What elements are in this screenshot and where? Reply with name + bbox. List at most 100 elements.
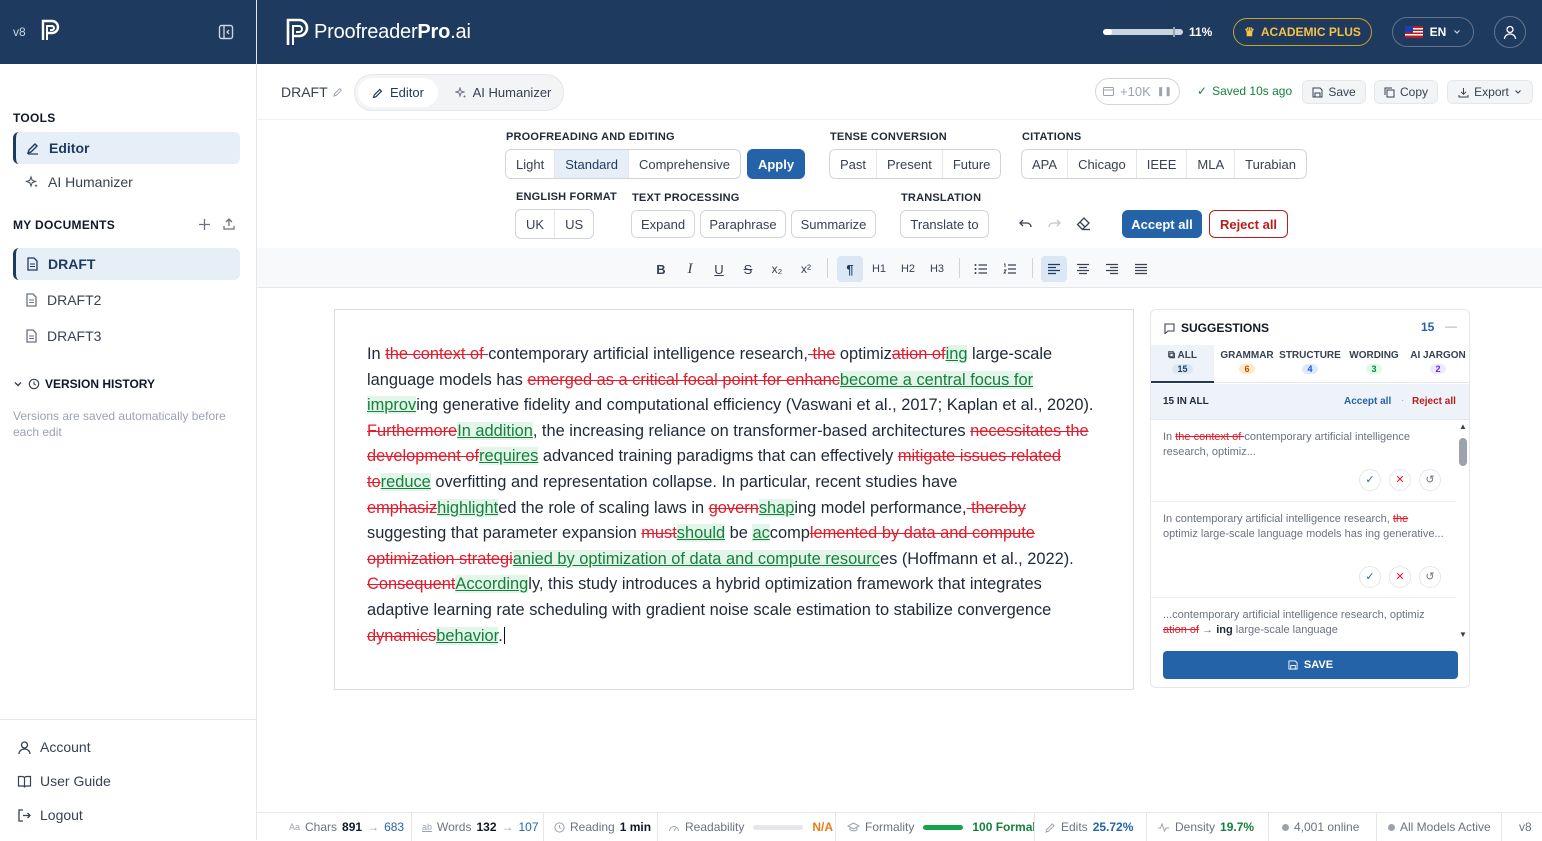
token-balance[interactable]: +10K ❚❚ [1095,78,1180,105]
tab-editor[interactable]: Editor [358,78,438,107]
heading3-button[interactable]: H3 [924,256,950,282]
document-item-draft2[interactable]: DRAFT2 [13,284,240,316]
deletion-mark[interactable]: ation of [892,345,946,363]
tab-all[interactable]: ⧉ ALL 15 [1155,350,1210,375]
heading2-button[interactable]: H2 [895,256,921,282]
suggestion-card[interactable]: In contemporary artificial intelligence … [1151,512,1456,598]
reject-all-link[interactable]: Reject all [1412,396,1456,407]
brand-logo[interactable]: ProofreaderPro.ai [285,17,471,47]
accept-all-button[interactable]: Accept all [1122,210,1202,238]
accept-suggestion-button[interactable]: ✓ [1359,469,1381,491]
citation-chicago[interactable]: Chicago [1068,150,1137,178]
tab-structure[interactable]: STRUCTURE 4 [1279,350,1341,375]
insertion-mark[interactable]: highlight [437,498,499,517]
insertion-mark[interactable]: shap [758,498,795,517]
insertion-mark[interactable]: anied by optimization of data and comput… [512,549,880,568]
align-right-button[interactable] [1099,256,1125,282]
numbered-list-button[interactable] [997,256,1023,282]
user-guide-link[interactable]: User Guide [17,773,111,789]
insertion-mark[interactable]: In addition [457,421,533,440]
deletion-mark[interactable]: emerged as a critical focal point for en… [527,371,840,389]
save-button[interactable]: Save [1302,80,1366,104]
scroll-down-icon[interactable]: ▼ [1459,630,1467,639]
document-item-draft[interactable]: DRAFT [13,248,240,280]
citation-apa[interactable]: APA [1022,150,1069,178]
insertion-mark[interactable]: should [676,524,726,543]
subscript-button[interactable]: x₂ [764,256,790,282]
accept-suggestion-button[interactable]: ✓ [1359,566,1381,588]
suggestion-card[interactable]: ...contemporary artificial intelligence … [1151,608,1456,642]
add-document-icon[interactable] [198,218,211,236]
deletion-mark[interactable]: the [808,345,836,363]
level-light[interactable]: Light [506,150,556,178]
bold-button[interactable]: B [648,256,674,282]
deletion-mark[interactable]: must [641,524,677,542]
editor-content[interactable]: In the context of contemporary artificia… [367,342,1107,649]
reject-suggestion-button[interactable]: ✕ [1389,566,1411,588]
apply-button[interactable]: Apply [747,149,805,179]
deletion-mark[interactable]: the context of [385,345,488,363]
summarize-button[interactable]: Summarize [791,210,876,238]
suggestion-card[interactable]: In the context of contemporary artificia… [1151,430,1456,502]
insertion-mark[interactable]: requires [479,447,539,466]
logo-icon[interactable] [40,18,62,47]
align-left-button[interactable] [1041,256,1067,282]
deletion-mark[interactable]: govern [709,499,759,517]
collapse-sidebar-icon[interactable] [218,24,234,45]
translate-to-select[interactable]: Translate to [900,210,989,238]
editor-panel[interactable]: In the context of contemporary artificia… [334,309,1134,690]
suggestions-scrollbar[interactable]: ▲ ▼ [1458,422,1468,644]
sidebar-item-ai-humanizer[interactable]: AI Humanizer [13,166,240,198]
eraser-icon[interactable] [1076,216,1092,236]
tab-ai-humanizer[interactable]: AI Humanizer [447,78,559,107]
tense-future[interactable]: Future [943,150,1001,178]
deletion-mark[interactable]: dynamics [367,627,436,645]
superscript-button[interactable]: x² [793,256,819,282]
document-name[interactable]: DRAFT [281,84,343,100]
insertion-mark[interactable]: ac [752,524,770,543]
accept-all-link[interactable]: Accept all [1344,396,1391,407]
reject-all-button[interactable]: Reject all [1209,210,1288,238]
scroll-up-icon[interactable]: ▲ [1459,422,1467,431]
strikethrough-button[interactable]: S [735,256,761,282]
tense-present[interactable]: Present [877,150,943,178]
citation-turabian[interactable]: Turabian [1235,150,1306,178]
insertion-mark[interactable]: ing [945,345,968,363]
tab-grammar[interactable]: GRAMMAR 6 [1217,350,1277,375]
bullet-list-button[interactable] [968,256,994,282]
citation-mla[interactable]: MLA [1187,150,1236,178]
profile-button[interactable] [1494,16,1526,48]
version-history-toggle[interactable]: VERSION HISTORY [13,377,155,391]
deletion-mark[interactable]: emphasiz [367,499,437,517]
language-select[interactable]: EN [1392,17,1474,47]
deletion-mark[interactable]: Consequent [367,575,455,593]
undo-suggestion-button[interactable]: ↺ [1419,566,1441,588]
align-center-button[interactable] [1070,256,1096,282]
undo-suggestion-button[interactable]: ↺ [1419,469,1441,491]
logout-link[interactable]: Logout [17,807,83,823]
undo-icon[interactable] [1018,216,1033,236]
tab-ai-jargon[interactable]: AI JARGON 2 [1407,350,1469,375]
minimize-icon[interactable]: — [1445,319,1457,333]
deletion-mark[interactable]: thereby [967,499,1026,517]
scroll-thumb[interactable] [1459,438,1467,466]
reject-suggestion-button[interactable]: ✕ [1389,469,1411,491]
paragraph-button[interactable]: ¶ [837,256,863,282]
insertion-mark[interactable]: According [455,575,529,594]
upload-icon[interactable] [222,217,236,236]
underline-button[interactable]: U [706,256,732,282]
paraphrase-button[interactable]: Paraphrase [700,210,786,238]
export-button[interactable]: Export [1447,80,1533,104]
copy-button[interactable]: Copy [1374,80,1438,104]
deletion-mark[interactable]: Furthermore [367,422,457,440]
italic-button[interactable]: I [677,256,703,282]
format-uk[interactable]: UK [516,210,556,238]
tab-wording[interactable]: WORDING 3 [1343,350,1405,375]
citation-ieee[interactable]: IEEE [1137,150,1188,178]
level-standard[interactable]: Standard [555,150,629,178]
redo-icon[interactable] [1047,216,1062,236]
plan-badge[interactable]: ♛ ACADEMIC PLUS [1233,18,1372,46]
sidebar-item-editor[interactable]: Editor [13,132,240,164]
level-comprehensive[interactable]: Comprehensive [629,150,740,178]
format-us[interactable]: US [555,210,593,238]
